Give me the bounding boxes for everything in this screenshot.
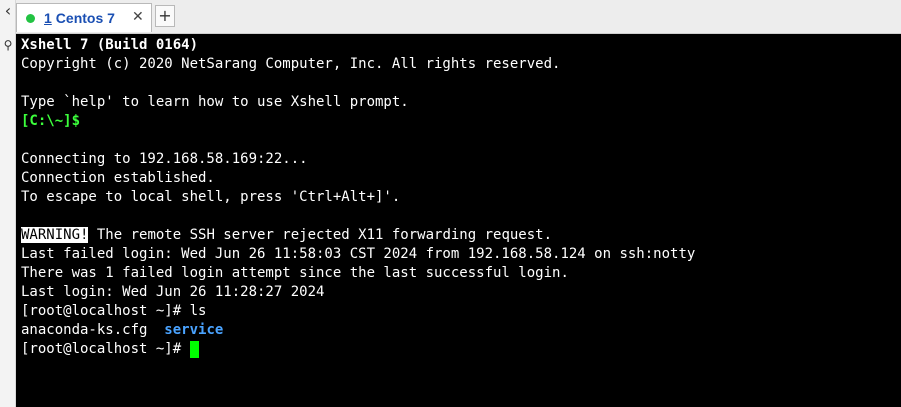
failed-attempts-line: There was 1 failed login attempt since t… — [21, 265, 569, 281]
shell-prompt: [root@localhost ~]# — [21, 341, 190, 357]
ls-gap — [147, 322, 164, 338]
terminal-cursor — [189, 341, 199, 358]
established-line: Connection established. — [21, 170, 215, 186]
local-prompt: [C:\~]$ — [21, 113, 81, 129]
escape-hint-line: To escape to local shell, press 'Ctrl+Al… — [21, 189, 401, 205]
ls-directory-entry: service — [164, 322, 224, 338]
last-login-line: Last login: Wed Jun 26 11:28:27 2024 — [21, 284, 325, 300]
ls-file-entry: anaconda-ks.cfg — [21, 322, 148, 338]
copyright-line: Copyright (c) 2020 NetSarang Computer, I… — [21, 56, 561, 72]
help-hint-line: Type `help' to learn how to use Xshell p… — [21, 94, 409, 110]
chevron-left-icon[interactable]: ‹ — [1, 3, 15, 19]
search-icon[interactable]: ⚲ — [1, 38, 15, 52]
command-text: ls — [189, 303, 207, 319]
command-line-ls: [root@localhost ~]# ls — [21, 302, 901, 321]
last-failed-login-line: Last failed login: Wed Jun 26 11:58:03 C… — [21, 246, 696, 262]
connection-status-icon — [26, 14, 35, 23]
tab-number: 1 — [44, 10, 52, 26]
tab-label: 1 Centos 7 — [44, 10, 115, 26]
connecting-line: Connecting to 192.168.58.169:22... — [21, 151, 308, 167]
close-icon[interactable]: ✕ — [132, 9, 144, 25]
new-tab-button[interactable]: + — [155, 5, 175, 27]
tab-title: Centos 7 — [55, 10, 115, 26]
shell-prompt: [root@localhost ~]# — [21, 303, 190, 319]
terminal-output[interactable]: Xshell 7 (Build 0164) Copyright (c) 2020… — [16, 34, 901, 407]
session-tab-bar: 1 Centos 7 ✕ + — [16, 0, 901, 34]
plus-icon: + — [158, 6, 172, 25]
warning-tag: WARNING! — [21, 227, 89, 243]
ls-output-line: anaconda-ks.cfg service — [21, 321, 901, 340]
tab-centos-7[interactable]: 1 Centos 7 ✕ — [16, 3, 152, 32]
current-prompt-line: [root@localhost ~]# — [21, 340, 901, 359]
banner-title: Xshell 7 (Build 0164) — [21, 37, 199, 53]
left-panel-strip: ‹ ⚲ — [0, 0, 16, 407]
warning-line: WARNING! The remote SSH server rejected … — [21, 226, 901, 245]
warning-text: The remote SSH server rejected X11 forwa… — [88, 227, 553, 243]
